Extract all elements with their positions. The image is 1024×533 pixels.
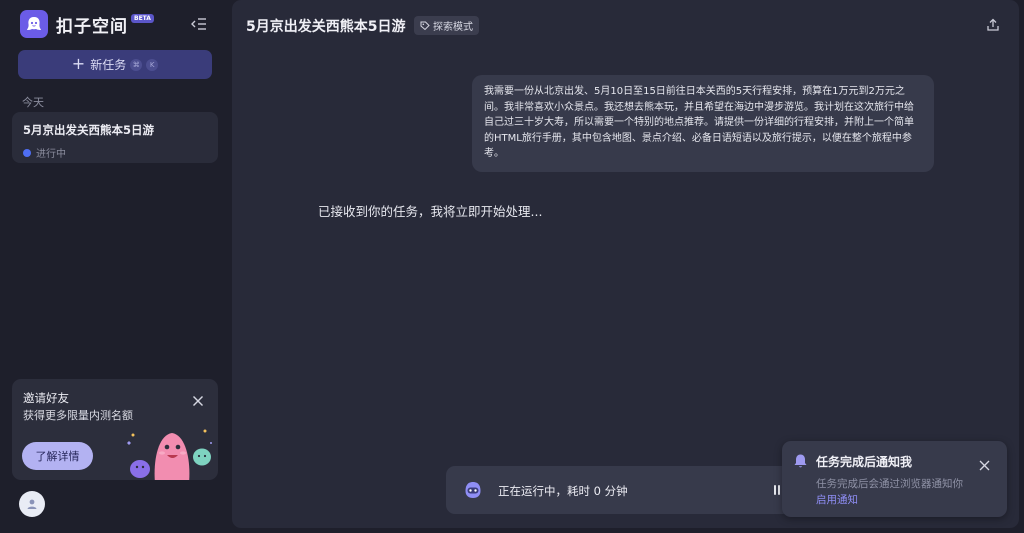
close-icon[interactable] <box>979 456 990 471</box>
section-label-today: 今天 <box>22 96 44 109</box>
notification-title: 任务完成后通知我 <box>816 455 913 469</box>
notification-card: 任务完成后通知我 任务完成后会通过浏览器通知你 启用通知 <box>782 441 1007 517</box>
task-status-label: 进行中 <box>36 149 66 160</box>
sidebar-task-item[interactable]: 5月京出发关西熊本5日游 进行中 <box>12 112 218 163</box>
share-icon[interactable] <box>986 17 1000 31</box>
mascot-illustration <box>125 421 217 480</box>
new-task-label: 新任务 <box>90 58 127 72</box>
task-status: 进行中 <box>23 145 207 160</box>
user-message-bubble: 我需要一份从北京出发、5月10日至15日前往日本关西的5天行程安排，预算在1万元… <box>472 75 934 172</box>
shortcut-key-k: K <box>146 58 159 71</box>
robot-icon <box>462 480 484 500</box>
shortcut-key-command: ⌘ <box>130 58 143 71</box>
invite-title: 邀请好友 <box>23 391 69 405</box>
logo[interactable]: 扣子空间 BETA <box>20 10 154 38</box>
tag-icon <box>420 21 430 30</box>
close-icon[interactable] <box>192 392 204 406</box>
logo-mascot-icon <box>20 10 48 38</box>
logo-text: 扣子空间 <box>56 16 128 37</box>
user-icon <box>27 499 37 509</box>
invite-subtitle: 获得更多限量内测名额 <box>23 409 133 422</box>
status-text: 正在运行中，耗时 0 分钟 <box>498 484 628 498</box>
learn-more-button[interactable]: 了解详情 <box>22 442 93 470</box>
new-task-button[interactable]: + 新任务 ⌘ K <box>18 50 212 79</box>
status-dot-icon <box>23 148 31 157</box>
explore-mode-badge: 探索模式 <box>414 16 479 35</box>
collapse-sidebar-icon[interactable] <box>190 16 208 32</box>
plus-icon: + <box>71 54 86 73</box>
mode-badge-label: 探索模式 <box>433 22 473 33</box>
task-title: 5月京出发关西熊本5日游 <box>23 123 155 137</box>
page-title: 5月京出发关西熊本5日游 <box>246 19 406 35</box>
sidebar: 扣子空间 BETA + 新任务 ⌘ K 今天 5月京出发关西熊本5日游 进行中 … <box>0 0 228 533</box>
assistant-message: 已接收到你的任务，我将立即开始处理... <box>318 204 543 219</box>
task-status-bar: 正在运行中，耗时 0 分钟 <box>446 466 796 514</box>
user-avatar[interactable] <box>19 491 45 517</box>
bell-icon <box>793 453 808 469</box>
enable-notification-link[interactable]: 启用通知 <box>816 492 858 507</box>
notification-subtitle: 任务完成后会通过浏览器通知你 <box>816 478 963 490</box>
beta-badge: BETA <box>131 13 154 23</box>
invite-card: 邀请好友 获得更多限量内测名额 了解详情 <box>12 379 218 480</box>
